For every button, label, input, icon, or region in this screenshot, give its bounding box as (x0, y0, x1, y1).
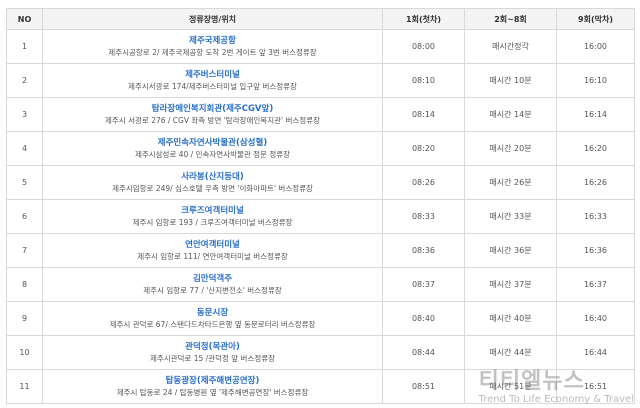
stop-name-link[interactable]: 제주버스터미널 (43, 69, 382, 81)
table-row: 9 동문시장 제주시 관덕로 67/ 스탠다드차타드은행 옆 동문로터리 버스정류장… (6, 301, 635, 336)
table-row: 7 연안여객터미널 제주시 임항로 111/ 연안여객터미널 버스정류장 08:36 매… (6, 233, 635, 268)
first-run-time: 08:00 (382, 29, 465, 64)
last-run-time: 16:14 (556, 97, 635, 132)
stop-cell: 사라봉(산지등대) 제주시임항로 249/ 심스호텔 우측 방면 '이화아파트' … (42, 165, 383, 200)
interval-time: 매시간 37분 (464, 267, 557, 302)
stop-location: 제주시 임항로 77 / '산지변전소' 버스정류장 (143, 286, 282, 295)
header-no: NO (6, 8, 43, 30)
interval-time: 매시간 44분 (464, 335, 557, 370)
stop-cell: 제주민속자연사박물관(삼성혈) 제주시삼성로 40 / 민속자연사박물관 정문 정… (42, 131, 383, 166)
stop-location: 제주시 서광로 276 / CGV 좌측 방면 '탐라장애인복지관' 버스정류장 (105, 116, 320, 125)
stop-location: 제주시공항로 2/ 제주국제공항 도착 2번 게이트 앞 3번 버스정류장 (108, 48, 317, 57)
first-run-time: 08:51 (382, 369, 465, 404)
stop-name-link[interactable]: 사라봉(산지등대) (43, 171, 382, 183)
stop-cell: 김만덕객주 제주시 임항로 77 / '산지변전소' 버스정류장 (42, 267, 383, 302)
table-body: 1 제주국제공항 제주시공항로 2/ 제주국제공항 도착 2번 게이트 앞 3번 버… (6, 29, 635, 404)
interval-time: 매시간 26분 (464, 165, 557, 200)
table-row: 2 제주버스터미널 제주시서광로 174/제주버스터미널 입구앞 버스정류장 08:1… (6, 63, 635, 98)
first-run-time: 08:26 (382, 165, 465, 200)
first-run-time: 08:33 (382, 199, 465, 234)
table-row: 4 제주민속자연사박물관(삼성혈) 제주시삼성로 40 / 민속자연사박물관 정문 … (6, 131, 635, 166)
interval-time: 매시간 14분 (464, 97, 557, 132)
header-mid-runs: 2회~8회 (464, 8, 557, 30)
last-run-time: 16:37 (556, 267, 635, 302)
row-number: 2 (6, 63, 43, 98)
first-run-time: 08:40 (382, 301, 465, 336)
row-number: 8 (6, 267, 43, 302)
stop-name-link[interactable]: 동문시장 (43, 307, 382, 319)
stop-name-link[interactable]: 제주국제공항 (43, 35, 382, 47)
first-run-time: 08:14 (382, 97, 465, 132)
stop-name-link[interactable]: 연안여객터미널 (43, 239, 382, 251)
stop-cell: 탑동광장(제주해변공연장) 제주시 탑동로 24 / 탑동병원 옆 '제주해변공연… (42, 369, 383, 404)
stop-location: 제주시 관덕로 67/ 스탠다드차타드은행 옆 동문로터리 버스정류장 (109, 320, 316, 329)
row-number: 7 (6, 233, 43, 268)
stop-name-link[interactable]: 김만덕객주 (43, 273, 382, 285)
first-run-time: 08:44 (382, 335, 465, 370)
table-row: 10 관덕정(목관아) 제주시관덕로 15 /관덕정 앞 버스정류장 08:44 매시간… (6, 335, 635, 370)
row-number: 9 (6, 301, 43, 336)
first-run-time: 08:10 (382, 63, 465, 98)
stop-location: 제주시 탑동로 24 / 탑동병원 옆 '제주해변공연장' 버스정류장 (116, 388, 309, 397)
stop-name-link[interactable]: 탐라장애인복지회관(제주CGV앞) (43, 103, 382, 115)
table-row: 6 크루즈여객터미널 제주시 임항로 193 / 크루즈여객터미널 버스정류장 08:… (6, 199, 635, 234)
stop-name-link[interactable]: 관덕정(목관아) (43, 341, 382, 353)
last-run-time: 16:20 (556, 131, 635, 166)
interval-time: 매시간 51분 (464, 369, 557, 404)
stop-location: 제주시서광로 174/제주버스터미널 입구앞 버스정류장 (128, 82, 297, 91)
stop-name-link[interactable]: 제주민속자연사박물관(삼성혈) (43, 137, 382, 149)
stop-cell: 연안여객터미널 제주시 임항로 111/ 연안여객터미널 버스정류장 (42, 233, 383, 268)
table-row: 8 김만덕객주 제주시 임항로 77 / '산지변전소' 버스정류장 08:37 매시간… (6, 267, 635, 302)
stop-location: 제주시관덕로 15 /관덕정 앞 버스정류장 (149, 354, 276, 363)
row-number: 11 (6, 369, 43, 404)
interval-time: 매시간 10분 (464, 63, 557, 98)
row-number: 6 (6, 199, 43, 234)
interval-time: 매시간 33분 (464, 199, 557, 234)
interval-time: 매시간 36분 (464, 233, 557, 268)
stop-name-link[interactable]: 크루즈여객터미널 (43, 205, 382, 217)
row-number: 1 (6, 29, 43, 64)
header-stop-name: 정류장명/위치 (42, 8, 383, 30)
last-run-time: 16:36 (556, 233, 635, 268)
header-last-run: 9회(막차) (556, 8, 635, 30)
table-row: 11 탑동광장(제주해변공연장) 제주시 탑동로 24 / 탑동병원 옆 '제주해변… (6, 369, 635, 404)
last-run-time: 16:26 (556, 165, 635, 200)
interval-time: 매시간정각 (464, 29, 557, 64)
last-run-time: 16:10 (556, 63, 635, 98)
stop-location: 제주시임항로 249/ 심스호텔 우측 방면 '이화아파트' 버스정류장 (112, 184, 313, 193)
table-row: 1 제주국제공항 제주시공항로 2/ 제주국제공항 도착 2번 게이트 앞 3번 버… (6, 29, 635, 64)
stop-cell: 크루즈여객터미널 제주시 임항로 193 / 크루즈여객터미널 버스정류장 (42, 199, 383, 234)
stop-cell: 동문시장 제주시 관덕로 67/ 스탠다드차타드은행 옆 동문로터리 버스정류장 (42, 301, 383, 336)
interval-time: 매시간 20분 (464, 131, 557, 166)
bus-timetable: NO 정류장명/위치 1회(첫차) 2회~8회 9회(막차) 1 제주국제공항 제주… (6, 8, 635, 404)
row-number: 5 (6, 165, 43, 200)
row-number: 3 (6, 97, 43, 132)
first-run-time: 08:36 (382, 233, 465, 268)
first-run-time: 08:37 (382, 267, 465, 302)
row-number: 4 (6, 131, 43, 166)
stop-cell: 제주국제공항 제주시공항로 2/ 제주국제공항 도착 2번 게이트 앞 3번 버스… (42, 29, 383, 64)
table-header-row: NO 정류장명/위치 1회(첫차) 2회~8회 9회(막차) (6, 8, 635, 30)
table-row: 3 탐라장애인복지회관(제주CGV앞) 제주시 서광로 276 / CGV 좌측 방… (6, 97, 635, 132)
table-row: 5 사라봉(산지등대) 제주시임항로 249/ 심스호텔 우측 방면 '이화아파트'… (6, 165, 635, 200)
stop-cell: 제주버스터미널 제주시서광로 174/제주버스터미널 입구앞 버스정류장 (42, 63, 383, 98)
last-run-time: 16:33 (556, 199, 635, 234)
row-number: 10 (6, 335, 43, 370)
stop-name-link[interactable]: 탑동광장(제주해변공연장) (43, 375, 382, 387)
interval-time: 매시간 40분 (464, 301, 557, 336)
stop-location: 제주시삼성로 40 / 민속자연사박물관 정문 정류장 (134, 150, 291, 159)
first-run-time: 08:20 (382, 131, 465, 166)
last-run-time: 16:00 (556, 29, 635, 64)
stop-cell: 관덕정(목관아) 제주시관덕로 15 /관덕정 앞 버스정류장 (42, 335, 383, 370)
last-run-time: 16:51 (556, 369, 635, 404)
stop-location: 제주시 임항로 193 / 크루즈여객터미널 버스정류장 (132, 218, 293, 227)
last-run-time: 16:44 (556, 335, 635, 370)
header-first-run: 1회(첫차) (382, 8, 465, 30)
stop-location: 제주시 임항로 111/ 연안여객터미널 버스정류장 (137, 252, 288, 261)
stop-cell: 탐라장애인복지회관(제주CGV앞) 제주시 서광로 276 / CGV 좌측 방면… (42, 97, 383, 132)
last-run-time: 16:40 (556, 301, 635, 336)
